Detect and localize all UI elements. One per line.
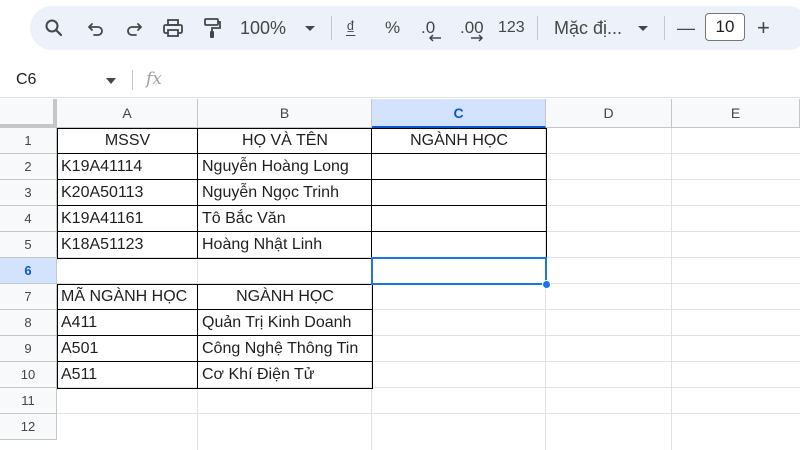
- redo-icon: [127, 23, 142, 36]
- search-menus-button[interactable]: [40, 14, 68, 42]
- fill-handle[interactable]: [542, 280, 551, 289]
- minus-label: —: [677, 17, 695, 38]
- column-header-d[interactable]: D: [546, 99, 672, 128]
- row-header-3[interactable]: 3: [0, 180, 57, 206]
- toolbar-separator: [331, 16, 332, 40]
- zoom-dropdown-icon[interactable]: [304, 25, 316, 33]
- column-header-b[interactable]: B: [198, 99, 372, 128]
- cell-b9[interactable]: Công Nghệ Thông Tin: [198, 336, 372, 362]
- cell-b10[interactable]: Cơ Khí Điện Tử: [198, 362, 372, 388]
- cell-b4[interactable]: Tô Bắc Văn: [198, 206, 372, 232]
- zoom-value: 100%: [240, 17, 287, 38]
- cell-b7[interactable]: NGÀNH HỌC: [198, 284, 372, 310]
- cell-a4[interactable]: K19A41161: [57, 206, 198, 232]
- cell-a2[interactable]: K19A41114: [57, 154, 198, 180]
- toolbar: 100% ₫ % .0 .00 123 Mặc đị... — 10 +: [0, 0, 800, 62]
- gridline: [671, 128, 672, 450]
- increase-font-size-button[interactable]: +: [757, 14, 770, 42]
- paint-format-icon: [204, 18, 221, 38]
- formula-bar: C6 fx: [0, 62, 800, 98]
- print-button[interactable]: [159, 14, 187, 42]
- active-cell-c6[interactable]: [371, 257, 547, 285]
- name-box[interactable]: C6: [16, 71, 36, 89]
- row-header-10[interactable]: 10: [0, 362, 57, 388]
- spreadsheet-grid[interactable]: A B C D E 1 2 3 4 5 6 7 8 9 10 11 12 MSS…: [0, 99, 800, 450]
- row-header-9[interactable]: 9: [0, 336, 57, 362]
- font-size-value: 10: [715, 17, 735, 36]
- arrow-right-icon: [471, 34, 484, 42]
- cell-a3[interactable]: K20A50113: [57, 180, 198, 206]
- cell-a7[interactable]: MÃ NGÀNH HỌC: [57, 284, 198, 310]
- cell-a10[interactable]: A511: [57, 362, 198, 388]
- namebox-dropdown-icon[interactable]: [106, 78, 116, 84]
- font-size-input[interactable]: 10: [705, 13, 745, 41]
- decrease-font-size-button[interactable]: —: [677, 14, 695, 42]
- more-formats-button[interactable]: 123: [498, 14, 525, 42]
- column-header-c[interactable]: C: [372, 99, 546, 128]
- row-header-8[interactable]: 8: [0, 310, 57, 336]
- print-icon: [163, 19, 183, 37]
- search-icon: [45, 19, 63, 37]
- cell-a8[interactable]: A411: [57, 310, 198, 336]
- cell-a9[interactable]: A501: [57, 336, 198, 362]
- undo-button[interactable]: [82, 14, 110, 42]
- cell-a5[interactable]: K18A51123: [57, 232, 198, 258]
- cell-b2[interactable]: Nguyễn Hoàng Long: [198, 154, 372, 180]
- select-all-corner[interactable]: [0, 99, 57, 128]
- row-header-12[interactable]: 12: [0, 414, 57, 440]
- percent-label: %: [385, 18, 401, 37]
- row-header-7[interactable]: 7: [0, 284, 57, 310]
- row-header-4[interactable]: 4: [0, 206, 57, 232]
- font-dropdown-icon[interactable]: [637, 25, 649, 33]
- paint-format-button[interactable]: [198, 14, 226, 42]
- cell-b3[interactable]: Nguyễn Ngọc Trinh: [198, 180, 372, 206]
- cell-b5[interactable]: Hoàng Nhật Linh: [198, 232, 372, 258]
- row-header-1[interactable]: 1: [0, 128, 57, 154]
- row-header-2[interactable]: 2: [0, 154, 57, 180]
- currency-format-button[interactable]: ₫: [346, 14, 355, 42]
- row-header-6[interactable]: 6: [0, 258, 57, 284]
- currency-label: ₫: [346, 17, 356, 38]
- undo-icon: [88, 23, 103, 36]
- plus-label: +: [757, 15, 770, 40]
- font-name-label: Mặc đị...: [554, 17, 623, 38]
- cell-a1[interactable]: MSSV: [57, 128, 198, 154]
- column-header-a[interactable]: A: [57, 99, 198, 128]
- fx-icon: fx: [146, 69, 162, 89]
- percent-format-button[interactable]: %: [385, 14, 400, 42]
- row-header-5[interactable]: 5: [0, 232, 57, 258]
- number-format-label: 123: [498, 19, 525, 36]
- cell-c1[interactable]: NGÀNH HỌC: [372, 128, 546, 154]
- formula-bar-separator: [132, 70, 133, 90]
- font-select[interactable]: Mặc đị...: [554, 14, 622, 42]
- toolbar-separator: [664, 16, 665, 40]
- arrow-left-icon: [428, 34, 441, 42]
- row-header-11[interactable]: 11: [0, 388, 57, 414]
- column-header-e[interactable]: E: [672, 99, 800, 128]
- toolbar-separator: [537, 16, 538, 40]
- cell-b8[interactable]: Quản Trị Kinh Doanh: [198, 310, 372, 336]
- zoom-select[interactable]: 100%: [240, 14, 286, 42]
- redo-button[interactable]: [120, 14, 148, 42]
- gridline: [57, 413, 800, 414]
- cell-b1[interactable]: HỌ VÀ TÊN: [198, 128, 372, 154]
